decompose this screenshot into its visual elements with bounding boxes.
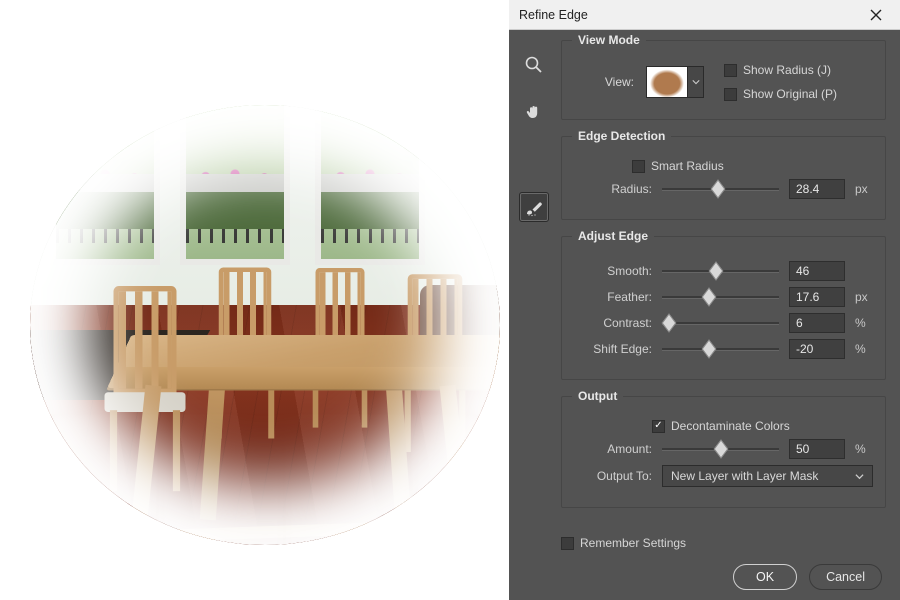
output-to-label: Output To:	[574, 469, 652, 483]
feather-label: Feather:	[574, 290, 652, 304]
shift-edge-slider[interactable]	[662, 341, 779, 357]
smart-radius-checkbox[interactable]: Smart Radius	[632, 159, 873, 173]
show-original-checkbox[interactable]: Show Original (P)	[724, 87, 873, 101]
cancel-button[interactable]: Cancel	[809, 564, 882, 590]
checkbox-label: Show Radius (J)	[743, 63, 831, 77]
chevron-down-icon	[855, 472, 864, 481]
group-legend: Edge Detection	[572, 129, 671, 143]
contrast-input[interactable]: 6	[789, 313, 845, 333]
unit-label: px	[855, 182, 873, 196]
zoom-tool[interactable]	[519, 50, 549, 80]
refine-edge-dialog: Refine Edge	[509, 0, 900, 600]
checkbox-label: Decontaminate Colors	[671, 419, 790, 433]
scene-window	[315, 105, 425, 265]
show-radius-checkbox[interactable]: Show Radius (J)	[724, 63, 873, 77]
feather-input[interactable]: 17.6	[789, 287, 845, 307]
group-adjust-edge: Adjust Edge Smooth: 46 Feather: 17.6 px …	[561, 236, 886, 380]
output-to-select[interactable]: New Layer with Layer Mask	[662, 465, 873, 487]
brush-icon	[524, 197, 544, 217]
radius-slider[interactable]	[662, 181, 779, 197]
document-canvas	[0, 0, 510, 600]
unit-label: %	[855, 316, 873, 330]
hand-tool[interactable]	[519, 98, 549, 128]
magnifier-icon	[524, 55, 544, 75]
tool-column	[517, 40, 551, 526]
refine-radius-brush-tool[interactable]	[519, 192, 549, 222]
select-value: New Layer with Layer Mask	[671, 469, 818, 483]
contrast-slider[interactable]	[662, 315, 779, 331]
view-label: View:	[574, 75, 634, 89]
remember-settings-checkbox[interactable]: Remember Settings	[561, 536, 686, 550]
selection-preview-oval	[30, 105, 500, 545]
chevron-down-icon	[692, 78, 700, 86]
close-button[interactable]	[862, 1, 890, 29]
group-legend: Adjust Edge	[572, 229, 654, 243]
view-mode-thumbnail[interactable]	[646, 66, 688, 98]
feather-slider[interactable]	[662, 289, 779, 305]
amount-input[interactable]: 50	[789, 439, 845, 459]
smooth-label: Smooth:	[574, 264, 652, 278]
radius-input[interactable]: 28.4	[789, 179, 845, 199]
checkbox-icon	[652, 420, 665, 433]
shift-edge-input[interactable]: -20	[789, 339, 845, 359]
shift-edge-label: Shift Edge:	[574, 342, 652, 356]
scene-window	[180, 105, 290, 265]
amount-slider[interactable]	[662, 441, 779, 457]
smooth-slider[interactable]	[662, 263, 779, 279]
dialog-titlebar[interactable]: Refine Edge	[509, 0, 900, 30]
amount-label: Amount:	[574, 442, 652, 456]
checkbox-label: Remember Settings	[580, 536, 686, 550]
group-output: Output Decontaminate Colors Amount: 50 %…	[561, 396, 886, 508]
group-legend: View Mode	[572, 33, 646, 47]
checkbox-label: Show Original (P)	[743, 87, 837, 101]
checkbox-icon	[724, 64, 737, 77]
close-icon	[870, 9, 882, 21]
unit-label: %	[855, 342, 873, 356]
group-view-mode: View Mode View: Show Radius (J)	[561, 40, 886, 120]
group-legend: Output	[572, 389, 623, 403]
group-edge-detection: Edge Detection Smart Radius Radius: 28.4…	[561, 136, 886, 220]
checkbox-icon	[724, 88, 737, 101]
scene-window	[50, 105, 160, 265]
unit-label: %	[855, 442, 873, 456]
contrast-label: Contrast:	[574, 316, 652, 330]
checkbox-icon	[632, 160, 645, 173]
checkbox-icon	[561, 537, 574, 550]
view-mode-dropdown[interactable]	[688, 66, 704, 98]
checkbox-label: Smart Radius	[651, 159, 724, 173]
radius-label: Radius:	[574, 182, 652, 196]
unit-label: px	[855, 290, 873, 304]
ok-button[interactable]: OK	[733, 564, 797, 590]
decontaminate-colors-checkbox[interactable]: Decontaminate Colors	[652, 419, 873, 433]
hand-icon	[524, 103, 544, 123]
smooth-input[interactable]: 46	[789, 261, 845, 281]
dialog-title: Refine Edge	[519, 8, 588, 22]
